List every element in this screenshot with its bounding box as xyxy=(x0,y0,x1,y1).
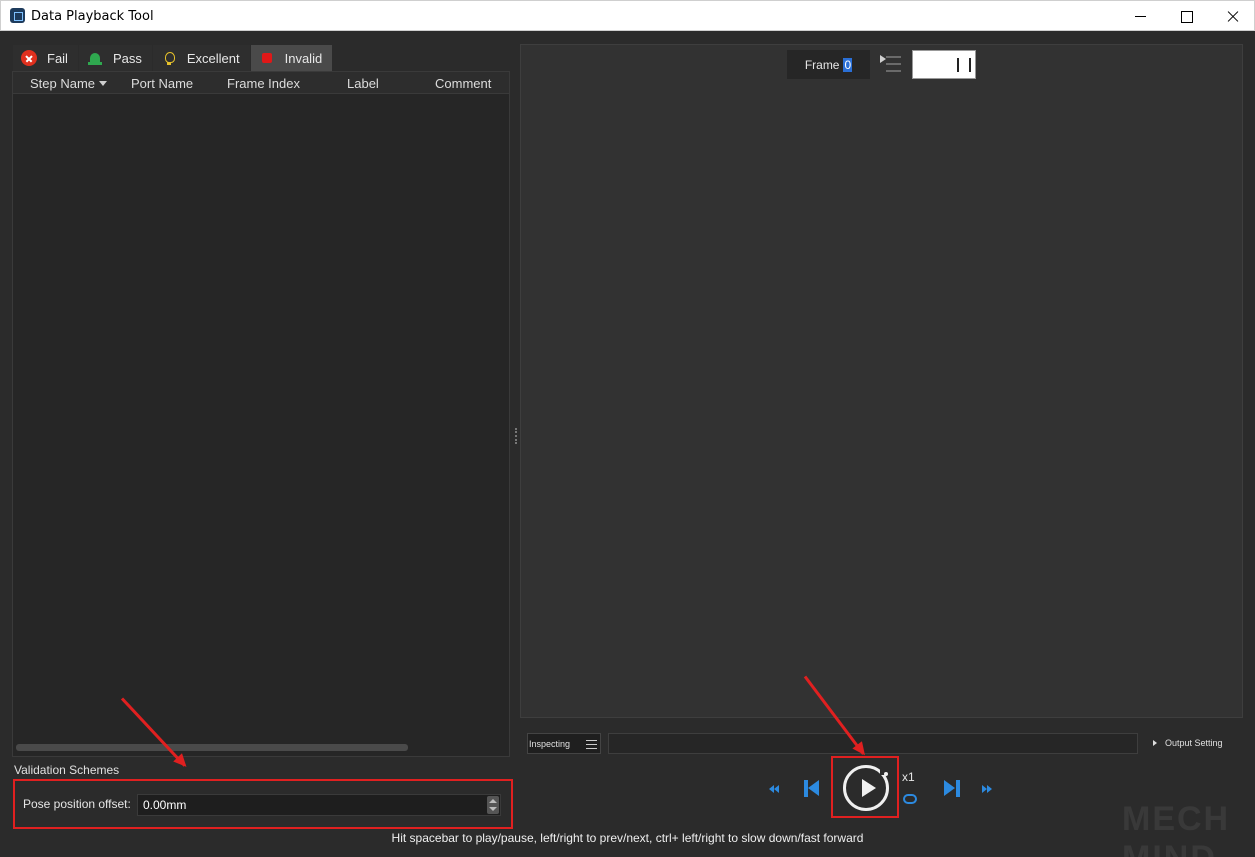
fail-icon xyxy=(21,50,37,66)
tab-invalid[interactable]: Invalid xyxy=(250,45,333,71)
column-header-comment[interactable]: Comment xyxy=(435,76,491,91)
next-frame-icon[interactable] xyxy=(944,780,960,797)
play-button[interactable] xyxy=(843,765,892,811)
app-icon xyxy=(10,8,25,23)
column-header-frame-index[interactable]: Frame Index xyxy=(227,76,300,91)
brand-watermark: MECH MIND xyxy=(1122,800,1231,857)
speed-label: x1 xyxy=(902,770,915,784)
keyboard-hint: Hit spacebar to play/pause, left/right t… xyxy=(391,831,864,845)
close-button[interactable] xyxy=(1209,1,1255,31)
pose-offset-highlight: Pose position offset: xyxy=(13,779,513,829)
loop-icon[interactable] xyxy=(903,794,917,804)
window-title: Data Playback Tool xyxy=(31,9,154,24)
output-setting-toggle[interactable]: Output Setting xyxy=(1152,738,1223,748)
tab-excellent[interactable]: Excellent xyxy=(152,45,250,71)
pass-icon xyxy=(87,50,103,66)
fast-forward-icon[interactable] xyxy=(982,785,994,794)
tab-fail[interactable]: Fail xyxy=(13,45,78,71)
image-viewer[interactable] xyxy=(520,44,1243,718)
tab-invalid-label: Invalid xyxy=(284,50,323,66)
panel-splitter[interactable] xyxy=(515,428,517,444)
pose-offset-spinner[interactable] xyxy=(487,796,499,814)
column-header-step-name[interactable]: Step Name xyxy=(30,76,108,91)
playback-timeline[interactable] xyxy=(608,733,1138,754)
tab-excellent-label: Excellent xyxy=(186,50,240,66)
frame-indicator: Frame 0 xyxy=(787,50,870,79)
list-icon xyxy=(586,739,597,749)
slow-down-icon[interactable] xyxy=(769,785,781,794)
title-bar: Data Playback Tool xyxy=(0,0,1255,31)
horizontal-scrollbar[interactable] xyxy=(16,744,408,751)
pose-offset-label: Pose position offset: xyxy=(23,797,131,811)
data-table[interactable]: Step Name Port Name Frame Index Label Co… xyxy=(12,71,510,757)
previous-frame-icon[interactable] xyxy=(804,780,820,797)
column-header-label[interactable]: Label xyxy=(347,76,379,91)
tab-pass[interactable]: Pass xyxy=(78,45,152,71)
tab-fail-label: Fail xyxy=(47,50,68,66)
minimize-button[interactable] xyxy=(1117,1,1163,31)
excellent-icon xyxy=(161,50,177,66)
column-header-port-name[interactable]: Port Name xyxy=(131,76,193,91)
table-header: Step Name Port Name Frame Index Label Co… xyxy=(13,72,509,94)
tab-pass-label: Pass xyxy=(112,50,142,66)
inspecting-dropdown[interactable]: Inspecting xyxy=(527,733,601,754)
inspecting-label: Inspecting xyxy=(529,739,571,749)
validation-schemes-title: Validation Schemes xyxy=(14,763,120,777)
pose-offset-input[interactable] xyxy=(137,794,501,816)
frame-number[interactable]: 0 xyxy=(843,57,853,72)
invalid-icon xyxy=(259,50,275,66)
maximize-button[interactable] xyxy=(1163,1,1209,31)
frame-counter-display xyxy=(912,50,976,79)
frame-label: Frame xyxy=(804,57,840,72)
frame-list-icon[interactable] xyxy=(880,53,902,75)
label-filter-tabs: Fail Pass Excellent Invalid xyxy=(13,45,333,71)
